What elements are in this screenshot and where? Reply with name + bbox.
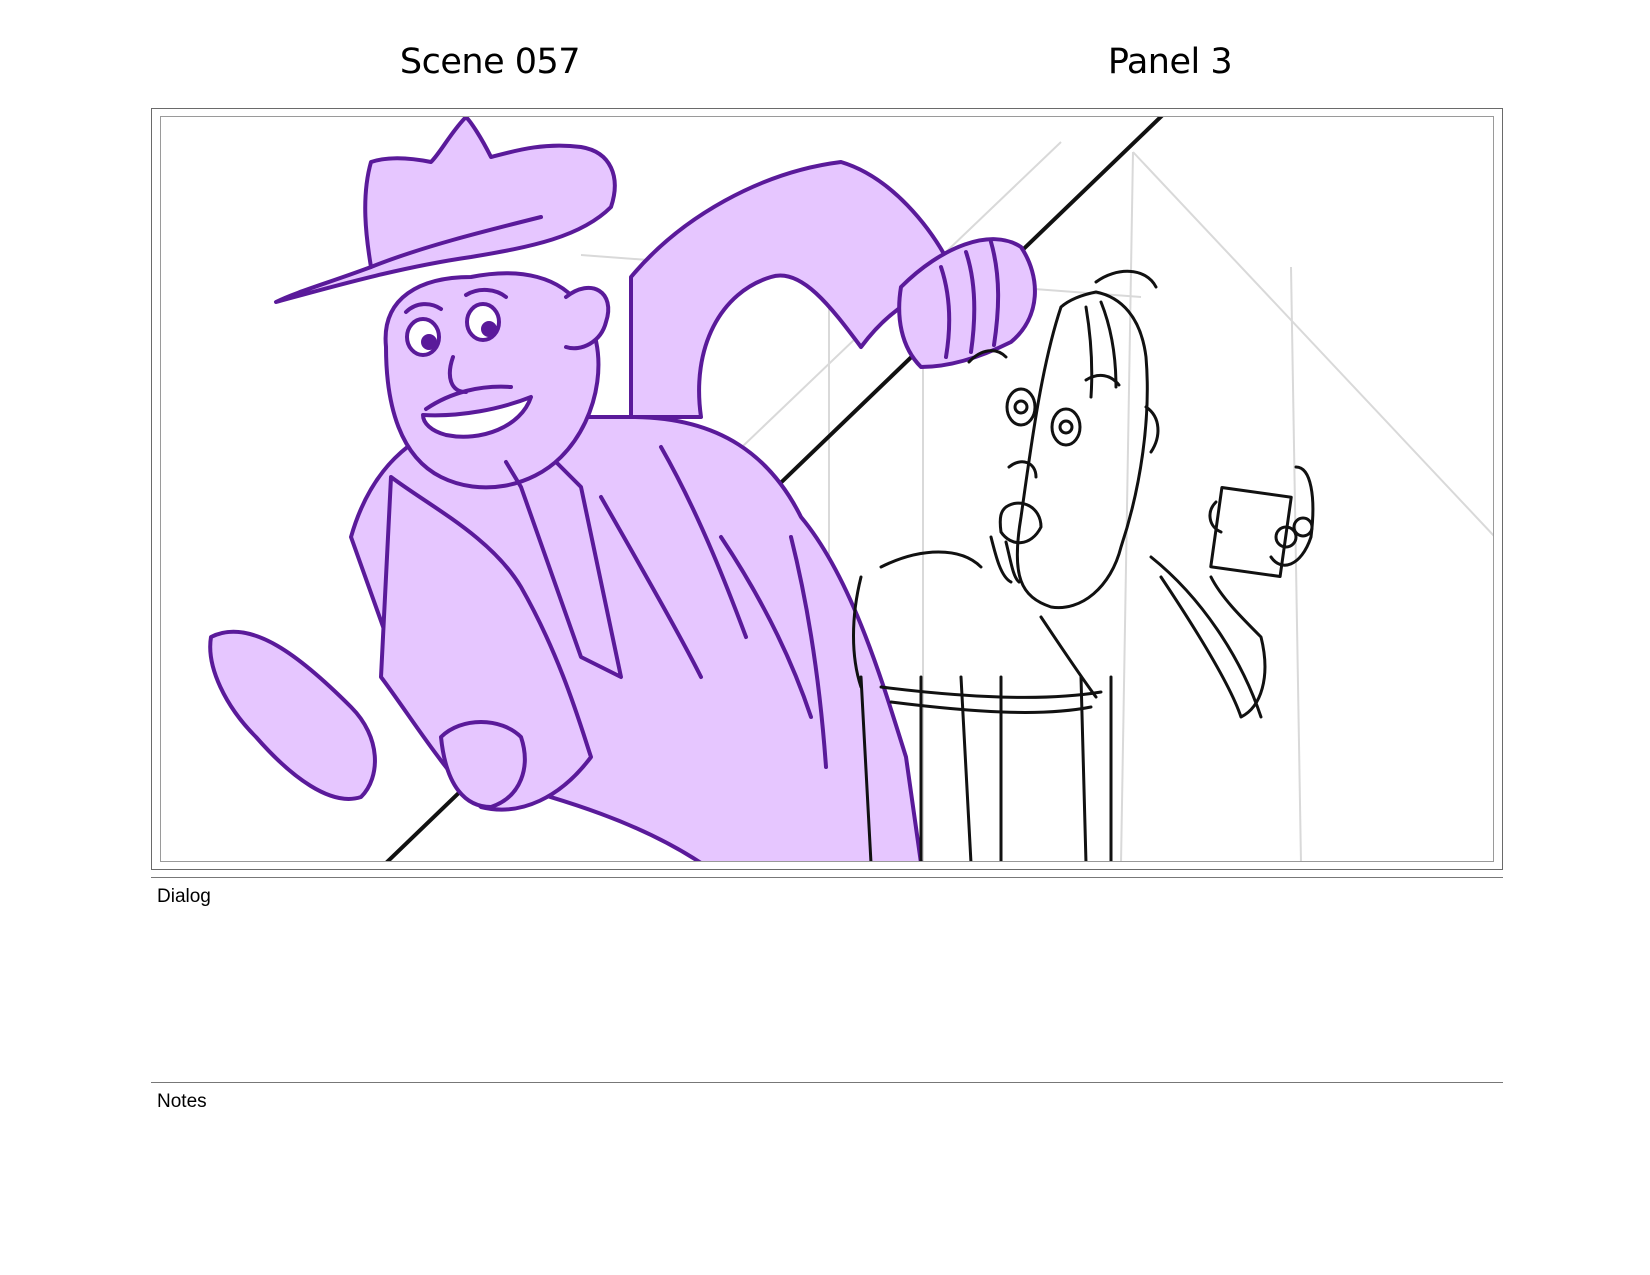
storyboard-panel-image [160,116,1494,862]
panel-number: Panel 3 [1107,42,1233,82]
purple-character [208,117,1037,861]
dialog-divider [151,877,1503,878]
dialog-label: Dialog [157,886,211,907]
storyboard-sketch [208,117,1493,861]
scene-number: Scene 057 [399,42,581,82]
dialog-text [157,912,1497,1072]
notes-divider [151,1082,1503,1083]
notes-text [157,1117,1497,1257]
notes-label: Notes [157,1091,207,1112]
